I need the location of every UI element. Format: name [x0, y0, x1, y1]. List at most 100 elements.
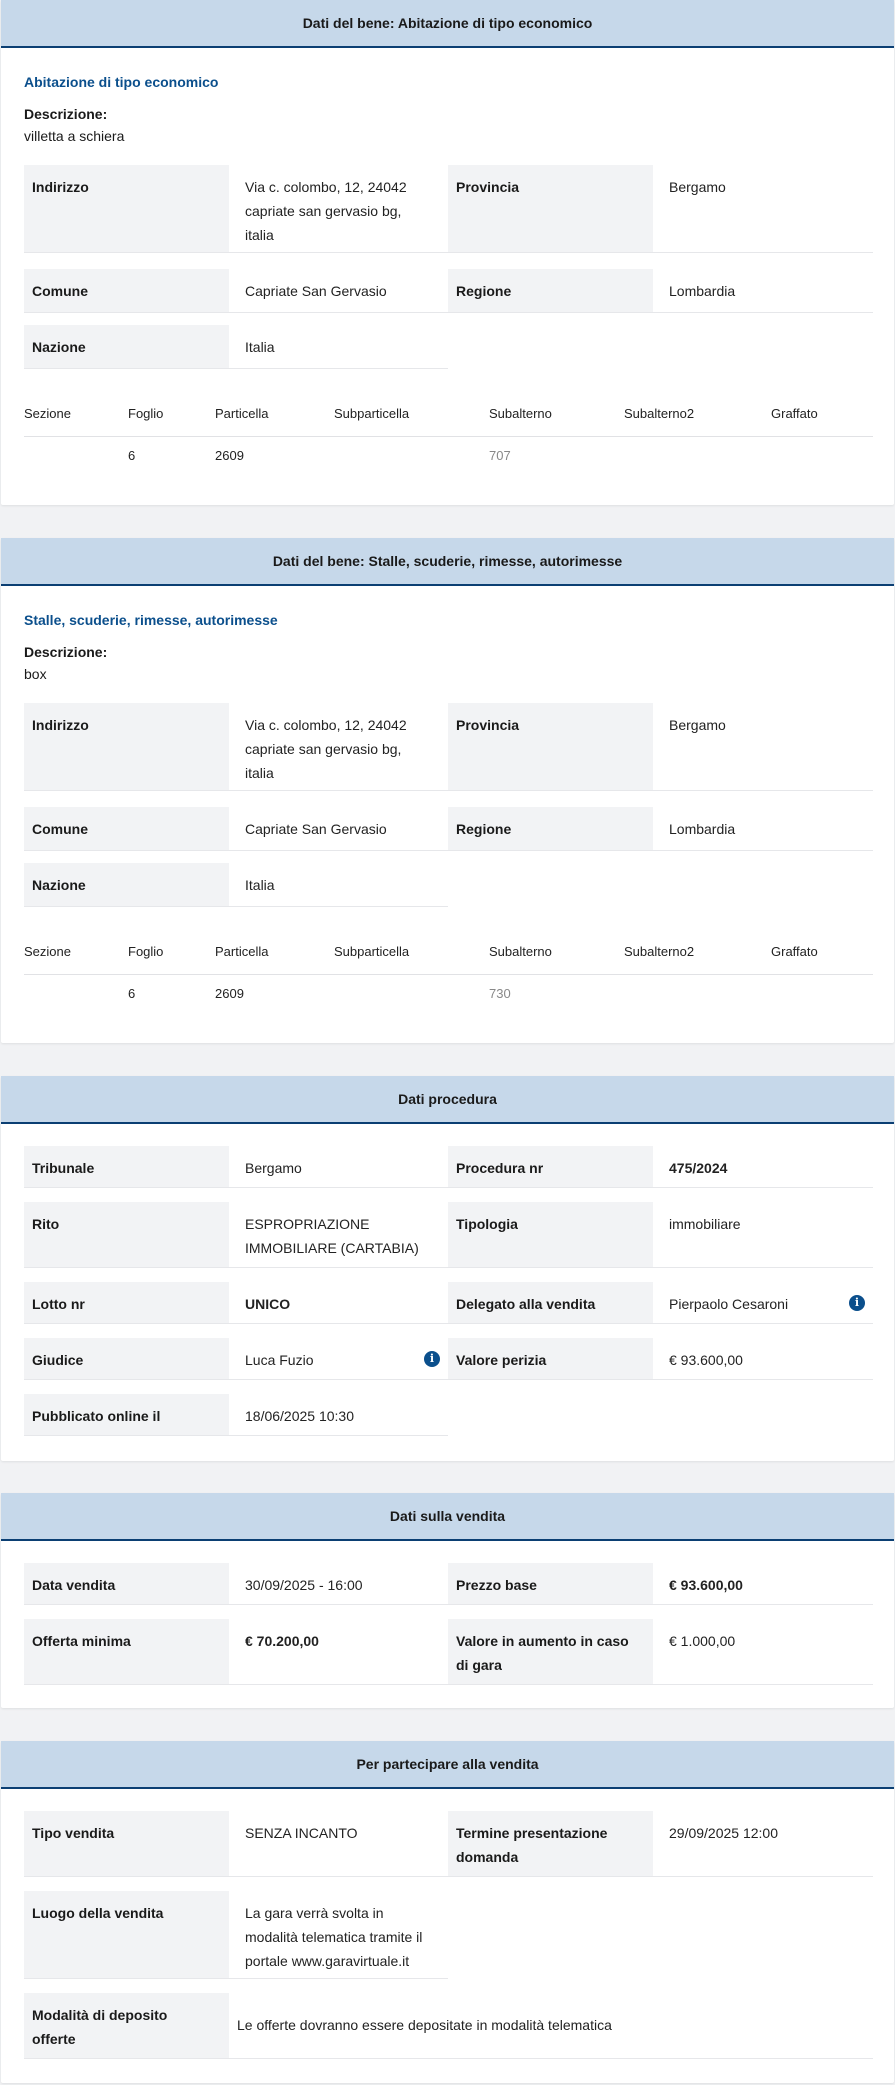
tribunale-label: Tribunale	[24, 1146, 229, 1188]
comune-value: Capriate San Gervasio	[229, 807, 448, 851]
tipo-vendita-value: SENZA INCANTO	[229, 1811, 448, 1877]
data-vendita-label: Data vendita	[24, 1563, 229, 1605]
catasto-cell-subalterno: 707	[489, 448, 511, 463]
rito-label: Rito	[24, 1202, 229, 1268]
catasto-header-particella: Particella	[215, 406, 269, 421]
tipologia-label: Tipologia	[448, 1202, 653, 1268]
regione-label: Regione	[448, 269, 653, 313]
catasto-header-subalterno: Subalterno	[489, 944, 552, 959]
valore-aumento-label-line: di gara	[456, 1657, 502, 1673]
divider	[24, 974, 873, 975]
provincia-label: Provincia	[448, 165, 653, 253]
pubblicato-value: 18/06/2025 10:30	[229, 1394, 448, 1436]
offerta-minima-value: € 70.200,00	[229, 1619, 448, 1685]
procedura-nr-value: 475/2024	[653, 1146, 873, 1188]
comune-value: Capriate San Gervasio	[229, 269, 448, 313]
termine-label: Termine presentazione domanda	[448, 1811, 653, 1877]
bene-subtitle: Abitazione di tipo economico	[24, 74, 219, 90]
catasto-cell-particella: 2609	[215, 986, 244, 1001]
luogo-line: La gara verrà svolta in	[245, 1905, 384, 1921]
catasto-header-sezione: Sezione	[24, 944, 71, 959]
regione-label: Regione	[448, 807, 653, 851]
catasto-header-subparticella: Subparticella	[334, 944, 410, 959]
catasto-header-subalterno: Subalterno	[489, 406, 552, 421]
catasto-cell-foglio: 6	[128, 986, 136, 1001]
tipo-vendita-label: Tipo vendita	[24, 1811, 229, 1877]
delegato-label: Delegato alla vendita	[448, 1282, 653, 1324]
vendita-header: Dati sulla vendita	[1, 1493, 894, 1541]
delegato-value: Pierpaolo Cesaroni	[653, 1282, 873, 1324]
valore-perizia-value: € 93.600,00	[653, 1338, 873, 1380]
nazione-value: Italia	[229, 863, 448, 907]
indirizzo-line: Via c. colombo, 12, 24042	[245, 717, 407, 733]
catasto-cell-particella: 2609	[215, 448, 244, 463]
catasto-header-graffato: Graffato	[771, 406, 818, 421]
luogo-label: Luogo della vendita	[24, 1891, 229, 1979]
comune-label: Comune	[24, 807, 229, 851]
lotto-value: UNICO	[229, 1282, 448, 1324]
bene-subtitle: Stalle, scuderie, rimesse, autorimesse	[24, 612, 278, 628]
deposito-label-line: offerte	[32, 2031, 76, 2047]
valore-aumento-label-line: Valore in aumento in caso	[456, 1633, 629, 1649]
catasto-header-subalterno2: Subalterno2	[624, 406, 695, 421]
descrizione-value: villetta a schiera	[24, 128, 125, 144]
indirizzo-value: Via c. colombo, 12, 24042 capriate san g…	[229, 703, 448, 791]
nazione-label: Nazione	[24, 863, 229, 907]
luogo-line: modalità telematica tramite il	[245, 1929, 423, 1945]
luogo-value: La gara verrà svolta in modalità telemat…	[229, 1891, 448, 1979]
valore-aumento-value: € 1.000,00	[653, 1619, 873, 1685]
termine-label-line: Termine presentazione	[456, 1825, 608, 1841]
prezzo-base-value: € 93.600,00	[653, 1563, 873, 1605]
catasto-header-foglio: Foglio	[128, 406, 164, 421]
comune-label: Comune	[24, 269, 229, 313]
descrizione-label: Descrizione:	[24, 106, 108, 122]
catasto-header-graffato: Graffato	[771, 944, 818, 959]
data-vendita-value: 30/09/2025 - 16:00	[229, 1563, 448, 1605]
catasto-header-foglio: Foglio	[128, 944, 164, 959]
bene-header-2: Dati del bene: Stalle, scuderie, rimesse…	[1, 538, 894, 586]
giudice-label: Giudice	[24, 1338, 229, 1380]
catasto-header-subparticella: Subparticella	[334, 406, 410, 421]
lotto-label: Lotto nr	[24, 1282, 229, 1324]
partecipare-card: Per partecipare alla vendita Tipo vendit…	[1, 1741, 894, 2083]
luogo-line: portale www.garavirtuale.it	[245, 1953, 410, 1969]
regione-value: Lombardia	[653, 269, 873, 313]
tipologia-value: immobiliare	[653, 1202, 873, 1268]
termine-value: 29/09/2025 12:00	[653, 1811, 873, 1877]
giudice-info-icon[interactable]: i	[424, 1351, 440, 1367]
rito-line: ESPROPRIAZIONE	[245, 1216, 370, 1232]
provincia-value: Bergamo	[653, 703, 873, 791]
nazione-value: Italia	[229, 325, 448, 369]
rito-value: ESPROPRIAZIONE IMMOBILIARE (CARTABIA)	[229, 1202, 448, 1268]
deposito-label: Modalità di deposito offerte	[24, 1993, 229, 2059]
indirizzo-line: capriate san gervasio bg,	[245, 741, 402, 757]
catasto-header-particella: Particella	[215, 944, 269, 959]
provincia-value: Bergamo	[653, 165, 873, 253]
bene-header-1: Dati del bene: Abitazione di tipo econom…	[1, 0, 894, 48]
bene-card-2: Dati del bene: Stalle, scuderie, rimesse…	[1, 538, 894, 1043]
delegato-info-icon[interactable]: i	[849, 1295, 865, 1311]
nazione-label: Nazione	[24, 325, 229, 369]
indirizzo-line: capriate san gervasio bg,	[245, 203, 402, 219]
rito-line: IMMOBILIARE (CARTABIA)	[245, 1240, 419, 1256]
provincia-label: Provincia	[448, 703, 653, 791]
prezzo-base-label: Prezzo base	[448, 1563, 653, 1605]
indirizzo-line: italia	[245, 765, 274, 781]
termine-label-line: domanda	[456, 1849, 519, 1865]
valore-perizia-label: Valore perizia	[448, 1338, 653, 1380]
indirizzo-line: Via c. colombo, 12, 24042	[245, 179, 407, 195]
valore-aumento-label: Valore in aumento in caso di gara	[448, 1619, 653, 1685]
procedura-card: Dati procedura Tribunale Bergamo Procedu…	[1, 1076, 894, 1461]
descrizione-value: box	[24, 666, 47, 682]
offerta-minima-label: Offerta minima	[24, 1619, 229, 1685]
pubblicato-label: Pubblicato online il	[24, 1394, 229, 1436]
procedura-header: Dati procedura	[1, 1076, 894, 1124]
tribunale-value: Bergamo	[229, 1146, 448, 1188]
indirizzo-line: italia	[245, 227, 274, 243]
vendita-card: Dati sulla vendita Data vendita 30/09/20…	[1, 1493, 894, 1708]
catasto-cell-foglio: 6	[128, 448, 136, 463]
catasto-header-sezione: Sezione	[24, 406, 71, 421]
deposito-value: Le offerte dovranno essere depositate in…	[229, 1993, 873, 2059]
divider	[24, 436, 873, 437]
catasto-header-subalterno2: Subalterno2	[624, 944, 695, 959]
